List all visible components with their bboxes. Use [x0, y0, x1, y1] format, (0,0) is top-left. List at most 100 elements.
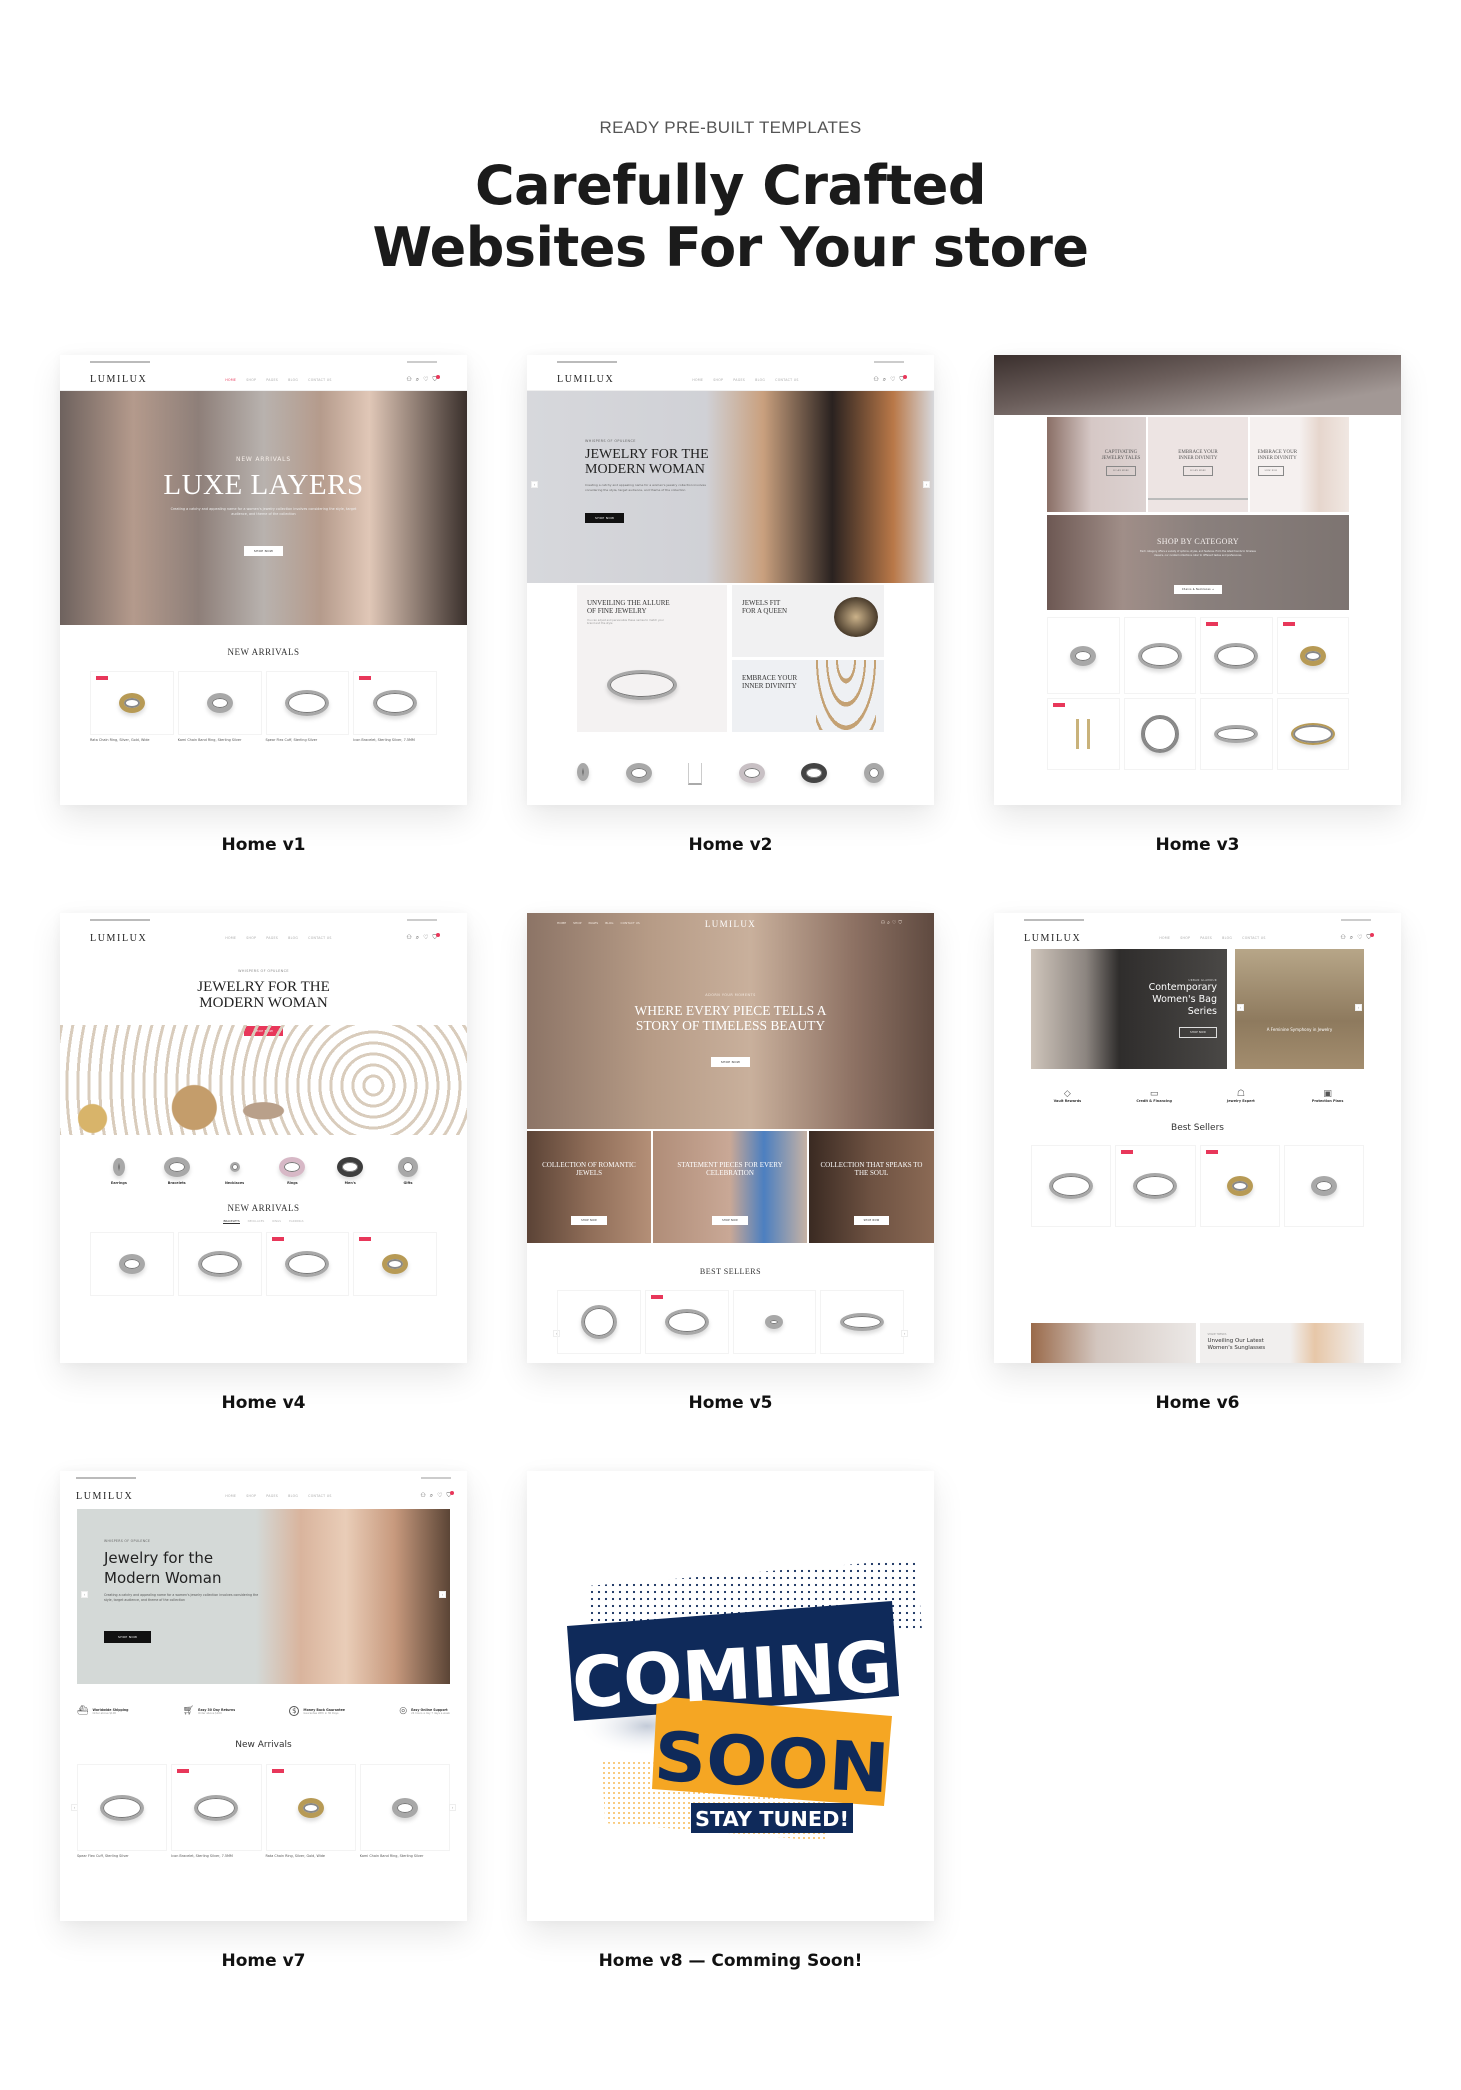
sale-badge	[1206, 622, 1218, 626]
template-label[interactable]: Home v1	[60, 835, 467, 855]
prev-arrow-icon: ‹	[81, 1591, 88, 1598]
product-card	[1276, 617, 1349, 694]
nav-item: SHOP	[246, 936, 257, 940]
nav-item: PAGES	[266, 377, 279, 382]
shop-now-button: SHOP NOW	[1257, 466, 1285, 476]
template-label[interactable]: Home v2	[527, 835, 934, 855]
cart-icon: ⛉	[432, 933, 440, 941]
banner-title-2: INNER DIVINITY	[742, 682, 797, 690]
nav-item: BLOG	[288, 1494, 299, 1498]
category-item: Rings	[272, 1153, 312, 1185]
nav-item: BLOG	[755, 377, 766, 382]
product-card	[1115, 1145, 1196, 1227]
user-icon: ⚇	[1340, 934, 1346, 941]
sale-badge	[1282, 622, 1295, 626]
template-label[interactable]: Home v7	[60, 1951, 467, 1971]
shop-by-category-banner: SHOP BY CATEGORY Each category offers a …	[1047, 515, 1349, 610]
category-label: Men's	[344, 1181, 356, 1185]
category-row: Earrings Bracelets Necklaces Rings Men's…	[60, 1135, 467, 1185]
product-name: Icon Bracelet, Sterling Silver, 7.5MM	[353, 738, 415, 742]
template-card-home-v4[interactable]: LUMILUX HOME SHOP PAGES BLOG CONTACT US …	[60, 913, 467, 1363]
features-row: ◇ Vault Rewards ▭ Credit & Financing ☖ Jewe…	[994, 1089, 1401, 1103]
promo-tile: EMBRACE YOUR INNER DIVINITY LEARN MORE	[1148, 417, 1248, 512]
template-card-home-v7[interactable]: LUMILUX HOME SHOP PAGES BLOG CONTACT US …	[60, 1471, 467, 1921]
feature-title: Easy Online Support	[411, 1707, 448, 1712]
promo-banner: SHADE TRENDS Unveiling Our Latest Women'…	[1199, 1323, 1364, 1363]
shop-now-button: SHOP NOW	[243, 546, 284, 556]
feature-item: 🛒︎ Easy 30 Day Returns Order above $100	[183, 1706, 235, 1716]
nav-item: PAGES	[733, 377, 746, 382]
cart-icon: ⛉	[1366, 933, 1374, 941]
user-icon: ⚇	[873, 375, 879, 383]
template-label[interactable]: Home v5	[527, 1393, 934, 1413]
promo-tiles: CAPTIVATING JEWELRY TALES LEARN MORE EMB…	[1047, 417, 1349, 512]
stay-tuned-text: STAY TUNED!	[695, 1807, 849, 1831]
cart-icon: ⛉	[446, 1491, 454, 1499]
logo: LUMILUX	[704, 919, 757, 929]
header-icons: ⚇⌕♡⛉	[880, 920, 904, 926]
feature-desc: Order above $100	[198, 1711, 222, 1715]
learn-more-button: LEARN MORE	[1106, 466, 1136, 476]
banner-title-1: JEWELS FIT	[742, 599, 781, 607]
hero-desc: Creating a catchy and appealing name for…	[104, 1593, 259, 1602]
diamond-icon: ◇	[1063, 1089, 1071, 1099]
logo: LUMILUX	[1024, 932, 1082, 944]
hero-eyebrow: WHISPERS OF OPULENCE	[585, 439, 636, 443]
template-label[interactable]: Home v3	[994, 835, 1401, 855]
product-card	[1123, 617, 1196, 694]
page-title: Carefully Crafted Websites For Your stor…	[0, 155, 1461, 279]
hero-title-1: Jewelry for the	[104, 1549, 214, 1567]
template-card-home-v5[interactable]: HOME SHOP PAGES BLOG CONTACT US LUMILUX …	[527, 913, 934, 1363]
top-bar	[60, 1471, 467, 1485]
feature-desc: Gaurantee With in 30 Days	[303, 1711, 339, 1715]
banner-title-1: UNVEILING THE ALLURE	[587, 599, 670, 607]
collection-tile: COLLECTION OF ROMANTIC JEWELS SHOP NOW	[527, 1131, 651, 1243]
template-label[interactable]: Home v4	[60, 1393, 467, 1413]
tab: RINGS	[272, 1219, 282, 1223]
tile-title-2: INNER DIVINITY	[1178, 456, 1218, 461]
nav-item: CONTACT US	[308, 1494, 332, 1498]
tile-title-2: INNER DIVINITY	[1257, 456, 1297, 461]
hero-desc: Creating a catchy and appealing name for…	[585, 483, 706, 492]
product-card	[265, 1764, 356, 1851]
category-label: Bracelets	[167, 1181, 186, 1185]
learn-more-button: LEARN MORE	[1183, 466, 1213, 476]
section-title: NEW ARRIVALS	[227, 1203, 300, 1213]
tile-title: STATEMENT PIECES FOR EVERY CELEBRATION	[677, 1161, 783, 1177]
hero-eyebrow: ADORN YOUR MOMENTS	[705, 993, 756, 997]
product-card	[171, 1764, 262, 1851]
product-card	[644, 1290, 729, 1354]
collection-tiles: COLLECTION OF ROMANTIC JEWELS SHOP NOW S…	[527, 1131, 934, 1243]
next-arrow-icon: ›	[1355, 1004, 1362, 1011]
shop-now-button: SHOP NOW	[585, 513, 625, 523]
category-label: Gifts	[403, 1181, 413, 1185]
template-card-home-v1[interactable]: LUMILUX HOME SHOP PAGES BLOG CONTACT US …	[60, 355, 467, 805]
nav-item: SHOP	[246, 1494, 257, 1498]
hero-title-1: JEWELRY FOR THE	[585, 447, 709, 462]
next-arrow-icon: ›	[901, 1330, 908, 1337]
feature-desc: 24 hours a day 7 days a week	[411, 1711, 450, 1715]
template-card-home-v2[interactable]: LUMILUX HOME SHOP PAGES BLOG CONTACT US …	[527, 355, 934, 805]
template-card-home-v3[interactable]: CAPTIVATING JEWELRY TALES LEARN MORE EMB…	[994, 355, 1401, 805]
product-card	[1283, 1145, 1364, 1227]
promo-row: SHADE TRENDS Unveiling Our Latest Women'…	[1031, 1323, 1364, 1363]
product-card	[353, 1232, 437, 1296]
product-card	[265, 671, 350, 735]
hero-eyebrow: NEW ARRIVALS	[236, 456, 291, 463]
shop-now-button: SHOP NOW	[710, 1057, 751, 1067]
tab: EARRINGS	[289, 1219, 304, 1223]
search-icon: ⌕	[882, 375, 887, 383]
title-line-2: Websites For Your store	[372, 216, 1089, 279]
tab: NECKLACES	[247, 1219, 265, 1223]
template-card-home-v8[interactable]: COMING SOON STAY TUNED!	[527, 1471, 934, 1921]
template-label[interactable]: Home v6	[994, 1393, 1401, 1413]
template-card-home-v6[interactable]: LUMILUX HOME SHOP PAGES BLOG CONTACT US …	[994, 913, 1401, 1363]
feature-item: $ Money Back Gaurantee Gaurantee With in 3…	[289, 1706, 345, 1716]
product-card	[177, 671, 262, 735]
nav-item: HOME	[225, 936, 237, 940]
coming-text: COMING	[570, 1626, 894, 1725]
template-label[interactable]: Home v8 — Comming Soon!	[527, 1951, 934, 1971]
hero-eyebrow: WHISPERS OF OPULENCE	[104, 1539, 151, 1543]
promo-tile: EMBRACE YOUR INNER DIVINITY SHOP NOW	[1249, 417, 1349, 512]
feature-title: Protection Plans	[1311, 1099, 1344, 1103]
